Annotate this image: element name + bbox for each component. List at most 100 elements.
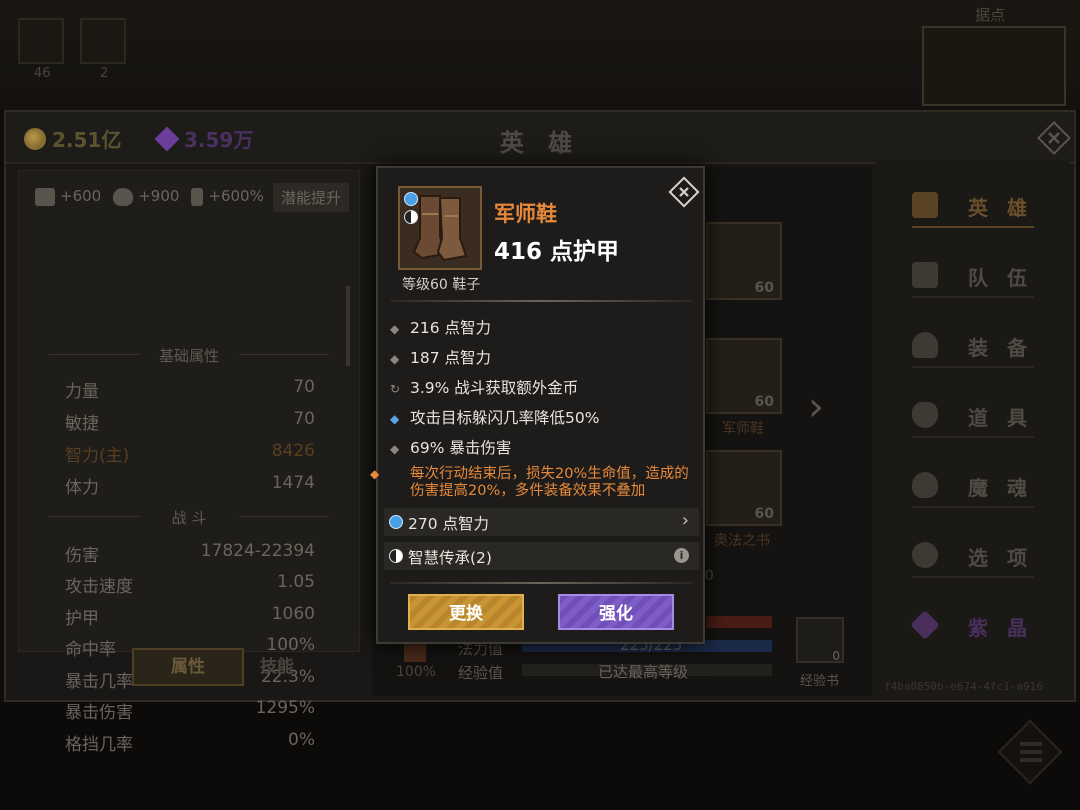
info-icon[interactable]: i — [674, 548, 689, 563]
stat-label: 命中率 — [65, 640, 116, 660]
socket-gem-text: 270 点智力 — [408, 515, 490, 533]
card-level: 60 — [754, 506, 774, 522]
crystal-icon — [910, 610, 940, 640]
section-combat-label: 战 斗 — [49, 507, 329, 528]
users-icon — [912, 192, 938, 218]
attribute-text: 187 点智力 — [410, 349, 492, 367]
item-icon-frame — [398, 186, 482, 270]
energy-buff-value: +600% — [208, 187, 264, 205]
exp-book-count: 0 — [832, 649, 840, 663]
stat-block-chance: 格挡几率 0% — [65, 730, 315, 756]
nav-options[interactable]: 选 项 — [912, 534, 1034, 578]
diamond-bullet-icon: ◆ — [390, 442, 400, 456]
stat-value: 1295% — [255, 698, 315, 718]
attribute-line: ◆ 216 点智力 — [390, 316, 690, 338]
quick-slot-1-count: 46 — [34, 66, 51, 81]
background-top — [0, 0, 1080, 110]
attribute-line: ◆ 69% 暴击伤害 — [390, 436, 690, 458]
nav-label: 魔 魂 — [968, 476, 1033, 500]
quick-slot-2[interactable] — [80, 18, 126, 64]
stat-value: 1474 — [271, 473, 315, 493]
right-nav: 英 雄 队 伍 装 备 道 具 魔 魂 选 项 紫 晶 — [876, 160, 1070, 696]
divider — [390, 300, 693, 302]
lightning-icon — [191, 187, 204, 206]
socket-gem-row[interactable]: 270 点智力 › — [384, 508, 699, 536]
blue-gem-icon — [404, 192, 418, 206]
health-cross-icon — [404, 644, 426, 662]
stat-label: 格挡几率 — [65, 735, 133, 755]
replace-button[interactable]: 更换 — [408, 594, 524, 630]
nav-crystal[interactable]: 紫 晶 — [910, 604, 1034, 648]
nav-label: 装 备 — [968, 336, 1033, 360]
nav-team[interactable]: 队 伍 — [912, 254, 1034, 298]
exp-label: 经验值 — [458, 664, 504, 682]
stat-value: 17824-22394 — [200, 541, 315, 561]
divider — [390, 582, 693, 584]
card-level: 60 — [754, 280, 774, 296]
stat-value: 8426 — [271, 441, 315, 461]
stat-value: 1060 — [271, 604, 315, 624]
chevron-right-icon[interactable]: › — [808, 384, 824, 430]
quick-slot-2-count: 2 — [100, 66, 109, 81]
health-buff: +900 — [113, 187, 179, 206]
stat-value: 1.05 — [277, 572, 315, 592]
upgrade-button[interactable]: 强化 — [558, 594, 674, 630]
orange-diamond-bullet-icon: ◆ — [370, 467, 380, 481]
potential-button[interactable]: 潜能提升 — [273, 183, 350, 212]
flag-icon — [912, 262, 938, 288]
attribute-text: 216 点智力 — [410, 319, 492, 337]
attributes-panel: +600 +900 +600% 潜能提升 基础属性 力量 70 敏捷 70 智力(主… — [18, 170, 360, 755]
close-icon[interactable] — [668, 176, 700, 208]
heart-icon — [113, 187, 134, 206]
equipped-boots-label: 军师鞋 — [722, 421, 764, 437]
stat-label: 智力(主) — [65, 446, 130, 466]
exp-book-label: 经验书 — [800, 674, 840, 689]
stat-value: 70 — [293, 409, 315, 429]
boots-icon — [412, 195, 468, 262]
health-buff-value: +900 — [138, 187, 180, 205]
nav-hero[interactable]: 英 雄 — [912, 184, 1034, 228]
quick-slot-1[interactable] — [18, 18, 64, 64]
panel-close-icon[interactable] — [1036, 120, 1072, 156]
set-bonus-text: 智慧传承(2) — [408, 549, 492, 567]
stat-label: 暴击伤害 — [65, 703, 133, 723]
stat-intelligence: 智力(主) 8426 — [65, 441, 315, 467]
exp-book-slot[interactable]: 0 — [796, 617, 844, 663]
equipped-book-label: 奥法之书 — [714, 533, 770, 549]
stat-attack-speed: 攻击速度 1.05 — [65, 572, 315, 598]
hero-portrait-card[interactable]: 60 — [706, 222, 782, 300]
header-bar: 2.51亿 3.59万 英 雄 — [6, 112, 1074, 164]
stat-label: 体力 — [65, 478, 99, 498]
equipped-boots-card[interactable]: 60 — [706, 338, 782, 414]
special-effect-line: ◆ 每次行动结束后，损失20%生命值，造成的伤害提高20%，多件装备效果不叠加 — [370, 466, 690, 500]
diamond-bullet-icon: ◆ — [390, 322, 400, 336]
attribute-line: ◆ 攻击目标躲闪几率降低50% — [390, 406, 690, 428]
tab-attributes[interactable]: 属性 — [132, 648, 244, 686]
equipped-book-card[interactable]: 60 — [706, 450, 782, 526]
stat-agility: 敏捷 70 — [65, 409, 315, 435]
set-bonus-row[interactable]: 智慧传承(2) i — [384, 542, 699, 570]
gear-icon — [912, 542, 938, 568]
nav-items[interactable]: 道 具 — [912, 394, 1034, 438]
chevron-right-icon: › — [681, 510, 689, 531]
nav-equipment[interactable]: 装 备 — [912, 324, 1034, 368]
special-effect-text: 每次行动结束后，损失20%生命值，造成的伤害提高20%，多件装备效果不叠加 — [410, 466, 689, 499]
menu-icon[interactable] — [990, 712, 1070, 792]
card-level: 60 — [754, 394, 774, 410]
buff-row: +600 +900 +600% — [35, 187, 264, 206]
nav-label: 英 雄 — [968, 196, 1033, 220]
minimap[interactable] — [922, 26, 1066, 106]
attribute-line: ↻ 3.9% 战斗获取额外金币 — [390, 376, 690, 398]
stat-label: 攻击速度 — [65, 577, 133, 597]
yin-yang-icon — [389, 549, 403, 563]
map-label: 据点 — [975, 6, 1006, 24]
nav-label: 道 具 — [968, 406, 1033, 430]
attribute-line: ◆ 187 点智力 — [390, 346, 690, 368]
tab-skills[interactable]: 技能 — [260, 652, 294, 677]
stat-strength: 力量 70 — [65, 377, 315, 403]
nav-soul[interactable]: 魔 魂 — [912, 464, 1034, 508]
strength-buff-value: +600 — [60, 187, 102, 205]
stat-value: 70 — [293, 377, 315, 397]
attribute-text: 3.9% 战斗获取额外金币 — [410, 379, 579, 397]
attributes-scrollbar[interactable] — [346, 286, 350, 366]
